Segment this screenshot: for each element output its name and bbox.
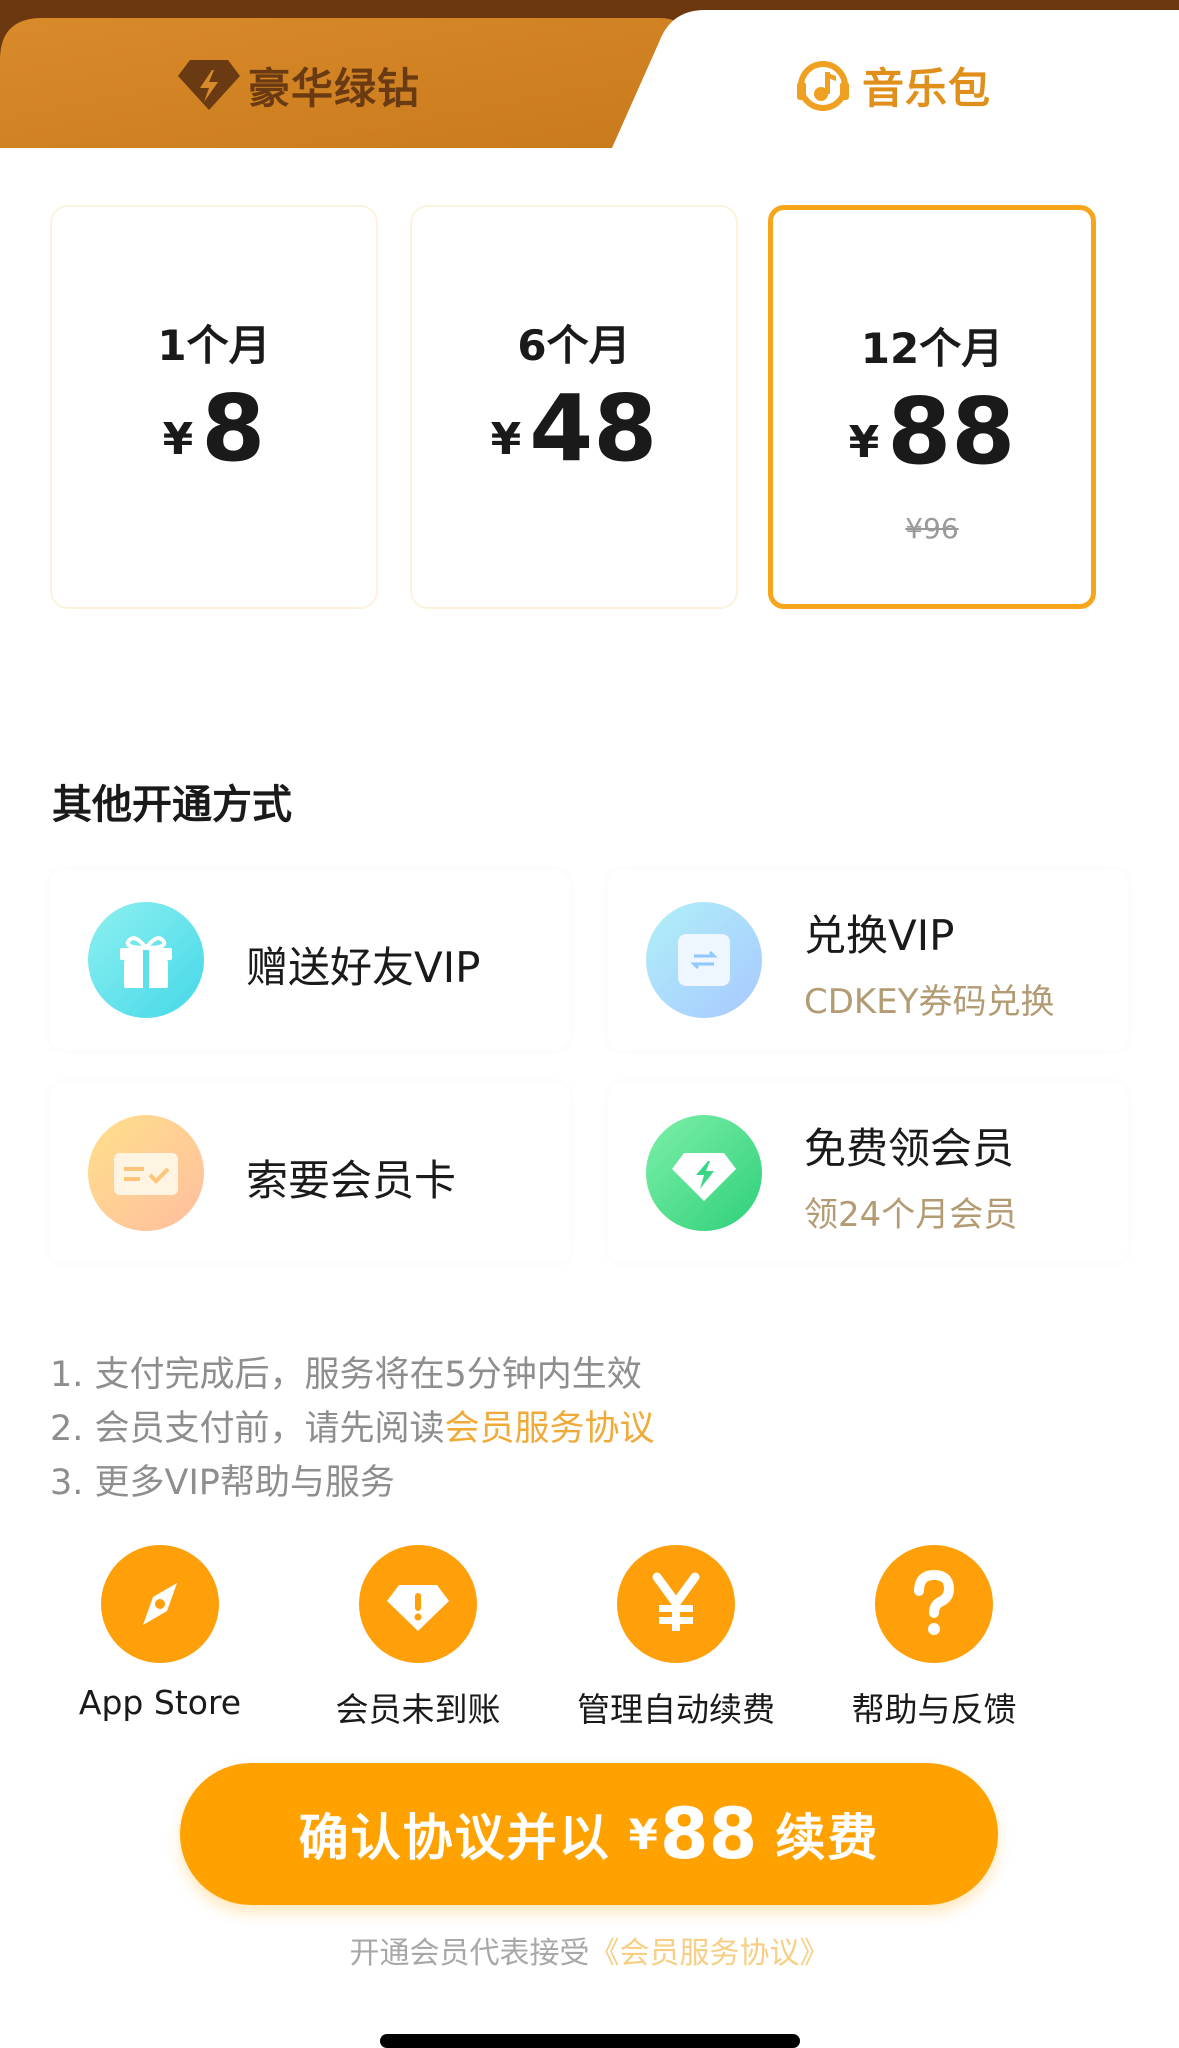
notes: 1. 支付完成后，服务将在5分钟内生效 2. 会员支付前，请先阅读会员服务协议 … <box>50 1348 655 1510</box>
plan-duration: 6个月 <box>517 321 631 370</box>
service-agreement-link[interactable]: 会员服务协议 <box>445 1409 655 1449</box>
alert-diamond-icon <box>359 1545 477 1663</box>
gift-friend-vip-option[interactable]: 赠送好友VIP <box>50 870 570 1050</box>
method-title: 免费领会员 <box>804 1124 1015 1173</box>
action-label: 管理自动续费 <box>577 1690 775 1729</box>
plan-duration: 1个月 <box>157 321 271 370</box>
method-subtitle: 领24个月会员 <box>804 1195 1018 1235</box>
plan-duration: 12个月 <box>860 324 1004 373</box>
agreement-note: 开通会员代表接受《会员服务协议》 <box>349 1936 830 1971</box>
method-subtitle: CDKEY券码兑换 <box>804 982 1055 1022</box>
compass-icon <box>101 1545 219 1663</box>
note-line-3: 3. 更多VIP帮助与服务 <box>50 1463 395 1503</box>
plan-list: 1个月 ¥8 6个月 ¥48 12个月 ¥88 ¥96 <box>50 205 1130 613</box>
redeem-vip-option[interactable]: 兑换VIP CDKEY券码兑换 <box>608 870 1128 1050</box>
confirm-suffix: 续费 <box>775 1809 880 1867</box>
action-label: 帮助与反馈 <box>851 1690 1017 1729</box>
confirm-amount: 88 <box>659 1793 758 1875</box>
plan-original-price: ¥96 <box>905 512 959 545</box>
plan-card-12-months[interactable]: 12个月 ¥88 ¥96 <box>768 205 1096 609</box>
action-label: App Store <box>78 1683 242 1722</box>
request-member-card-option[interactable]: 索要会员卡 <box>50 1083 570 1263</box>
tab-label: 音乐包 <box>862 63 992 113</box>
confirm-renew-button[interactable]: 确认协议并以 ¥ 88 续费 <box>180 1763 998 1905</box>
method-title: 兑换VIP <box>804 911 955 960</box>
tab-music-pack[interactable]: 音乐包 <box>790 40 991 130</box>
action-label: 会员未到账 <box>335 1690 501 1729</box>
other-methods-title: 其他开通方式 <box>52 782 292 828</box>
question-icon <box>875 1545 993 1663</box>
free-membership-option[interactable]: 免费领会员 领24个月会员 <box>608 1083 1128 1263</box>
note-line-2: 2. 会员支付前，请先阅读会员服务协议 <box>50 1409 655 1449</box>
yen-icon <box>617 1545 735 1663</box>
manage-auto-renewal-action[interactable]: 管理自动续费 <box>556 1545 796 1731</box>
method-title: 赠送好友VIP <box>246 943 481 992</box>
app-store-action[interactable]: App Store <box>40 1545 280 1722</box>
home-indicator <box>380 2034 800 2048</box>
plan-card-6-months[interactable]: 6个月 ¥48 <box>410 205 738 609</box>
plan-price: ¥88 <box>848 378 1016 485</box>
agreement-link[interactable]: 《会员服务协议》 <box>590 1936 830 1971</box>
gift-icon <box>88 902 204 1018</box>
help-feedback-action[interactable]: 帮助与反馈 <box>814 1545 1054 1731</box>
music-note-icon <box>790 56 856 114</box>
confirm-prefix: 确认协议并以 <box>298 1809 611 1867</box>
card-icon <box>88 1115 204 1231</box>
exchange-icon <box>646 902 762 1018</box>
membership-not-received-action[interactable]: 会员未到账 <box>298 1545 538 1731</box>
diamond-bolt-icon <box>176 56 242 114</box>
confirm-currency: ¥ <box>628 1809 658 1859</box>
plan-price: ¥8 <box>162 375 266 482</box>
diamond-icon <box>646 1115 762 1231</box>
method-title: 索要会员卡 <box>246 1156 457 1205</box>
tab-label: 豪华绿钻 <box>248 63 421 113</box>
plan-price: ¥48 <box>490 375 658 482</box>
note-line-1: 1. 支付完成后，服务将在5分钟内生效 <box>50 1355 642 1395</box>
tab-luxury-green-diamond[interactable]: 豪华绿钻 <box>176 40 420 130</box>
plan-card-1-month[interactable]: 1个月 ¥8 <box>50 205 378 609</box>
